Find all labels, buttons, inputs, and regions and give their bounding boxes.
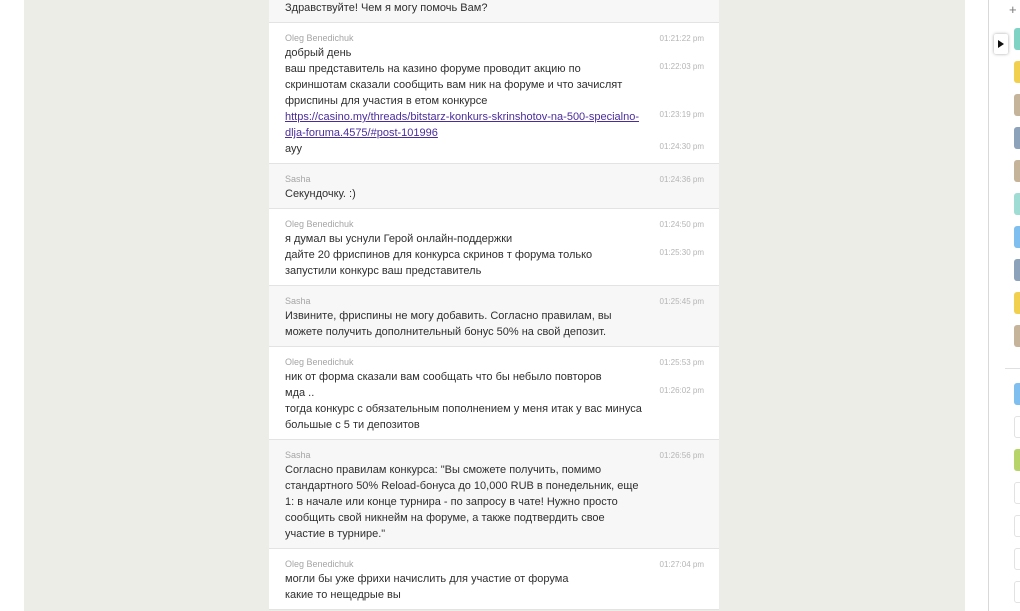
visitor-message: Oleg Benedichuk 01:24:50 pm я думал вы усн… (269, 209, 719, 286)
message-header: Oleg Benedichuk 01:24:50 pm (285, 218, 704, 231)
color-tab[interactable] (1014, 416, 1020, 438)
message-line: какие то нещедрые вы (285, 587, 704, 603)
message-text: Секундочку. :) (285, 188, 356, 200)
color-tab[interactable] (1014, 482, 1020, 504)
add-icon[interactable]: + (1009, 2, 1017, 17)
message-text: ваш представитель на казино форуме прово… (285, 63, 623, 107)
message-text: мда .. (285, 387, 315, 399)
color-tab[interactable] (1014, 325, 1020, 347)
line-timestamp: 01:26:02 pm (659, 386, 704, 395)
color-tab[interactable] (1014, 160, 1020, 182)
message-line: ауу 01:24:30 pm (285, 141, 704, 157)
chat-transcript[interactable]: SashaWed, 08/02/17 01:21:22 pm Europe/Ki… (269, 0, 719, 610)
message-text: какие то нещедрые вы (285, 589, 401, 601)
sender-name: Oleg Benedichuk (285, 357, 354, 367)
left-margin (0, 0, 24, 611)
color-tab[interactable] (1014, 226, 1020, 248)
scroll-gutter (965, 0, 988, 611)
message-link[interactable]: https://casino.my/threads/bitstarz-konku… (285, 111, 639, 139)
message-line: Здравствуйте! Чем я могу помочь Вам? (285, 0, 704, 16)
message-timestamp: 01:24:50 pm (659, 220, 704, 229)
message-line: Согласно правилам конкурса: "Вы сможете … (285, 462, 704, 542)
message-text: ник от форма сказали вам сообщать что бы… (285, 371, 602, 383)
visitor-message: Oleg Benedichuk 01:21:22 pm добрый день ваш… (269, 23, 719, 164)
message-line: я думал вы уснули Герой онлайн-поддержки (285, 231, 704, 247)
message-line: Секундочку. :) (285, 186, 704, 202)
color-tab[interactable] (1014, 127, 1020, 149)
line-timestamp: 01:25:30 pm (659, 248, 704, 257)
agent-message: SashaWed, 08/02/17 01:21:22 pm Europe/Ki… (269, 0, 719, 23)
message-text: Здравствуйте! Чем я могу помочь Вам? (285, 2, 488, 14)
color-tab[interactable] (1014, 259, 1020, 281)
message-line: ваш представитель на казино форуме прово… (285, 61, 704, 109)
message-line: тогда конкурс с обязательным пополнением… (285, 401, 704, 433)
sender-name: Oleg Benedichuk (285, 559, 354, 569)
line-timestamp: 01:22:03 pm (659, 62, 704, 71)
agent-message: Sasha 01:26:56 pm Согласно правилам конкур… (269, 440, 719, 549)
message-timestamp: 01:26:56 pm (659, 451, 704, 460)
visitor-message: Oleg Benedichuk 01:27:04 pm могли бы уже ф… (269, 549, 719, 610)
message-line: дайте 20 фриспинов для конкурса скринов … (285, 247, 704, 279)
message-timestamp: 01:27:04 pm (659, 560, 704, 569)
message-text: дайте 20 фриспинов для конкурса скринов … (285, 249, 593, 277)
color-tab[interactable] (1014, 515, 1020, 537)
message-header: Sasha 01:25:45 pm (285, 295, 704, 308)
visitor-message: Oleg Benedichuk 01:25:53 pm ник от форма с… (269, 347, 719, 440)
sender-name: Sasha (285, 174, 311, 184)
expand-arrow-icon[interactable] (994, 34, 1008, 54)
agent-message: Sasha 01:24:36 pm Секундочку. :) (269, 164, 719, 209)
sender-name: Oleg Benedichuk (285, 33, 354, 43)
message-text: добрый день (285, 47, 352, 59)
message-line: могли бы уже фрихи начислить для участие… (285, 571, 704, 587)
message-header: Oleg Benedichuk 01:21:22 pm (285, 32, 704, 45)
sender-name: Oleg Benedichuk (285, 219, 354, 229)
message-line: добрый день (285, 45, 704, 61)
color-tab[interactable] (1014, 548, 1020, 570)
sender-name: Sasha (285, 296, 311, 306)
message-text: ауу (285, 143, 302, 155)
line-timestamp: 01:24:30 pm (659, 142, 704, 151)
message-line: мда .. 01:26:02 pm (285, 385, 704, 401)
color-tab[interactable] (1014, 292, 1020, 314)
sender-name: Sasha (285, 450, 311, 460)
agent-message: Sasha 01:25:45 pm Извините, фриспины не мо… (269, 286, 719, 347)
message-line: Извините, фриспины не могу добавить. Сог… (285, 308, 704, 340)
message-timestamp: 01:24:36 pm (659, 175, 704, 184)
message-timestamp: 01:25:53 pm (659, 358, 704, 367)
color-tab[interactable] (1014, 581, 1020, 603)
message-header: Oleg Benedichuk 01:27:04 pm (285, 558, 704, 571)
message-header: Oleg Benedichuk 01:25:53 pm (285, 356, 704, 369)
color-tab[interactable] (1014, 94, 1020, 116)
message-text: Согласно правилам конкурса: "Вы сможете … (285, 464, 639, 540)
message-timestamp: 01:21:22 pm (659, 34, 704, 43)
toolbar-separator (1005, 368, 1020, 369)
color-tab[interactable] (1014, 449, 1020, 471)
line-timestamp: 01:23:19 pm (659, 110, 704, 119)
color-tab[interactable] (1014, 383, 1020, 405)
message-line: ник от форма сказали вам сообщать что бы… (285, 369, 704, 385)
message-text: могли бы уже фрихи начислить для участие… (285, 573, 569, 585)
message-header: Sasha 01:26:56 pm (285, 449, 704, 462)
color-tab[interactable] (1014, 193, 1020, 215)
message-line: https://casino.my/threads/bitstarz-konku… (285, 109, 704, 141)
color-tab[interactable] (1014, 28, 1020, 50)
message-text: я думал вы уснули Герой онлайн-поддержки (285, 233, 513, 245)
message-timestamp: 01:25:45 pm (659, 297, 704, 306)
message-header: Sasha 01:24:36 pm (285, 173, 704, 186)
color-tab[interactable] (1014, 61, 1020, 83)
message-text: тогда конкурс с обязательным пополнением… (285, 403, 642, 431)
message-text: Извините, фриспины не могу добавить. Сог… (285, 310, 612, 338)
